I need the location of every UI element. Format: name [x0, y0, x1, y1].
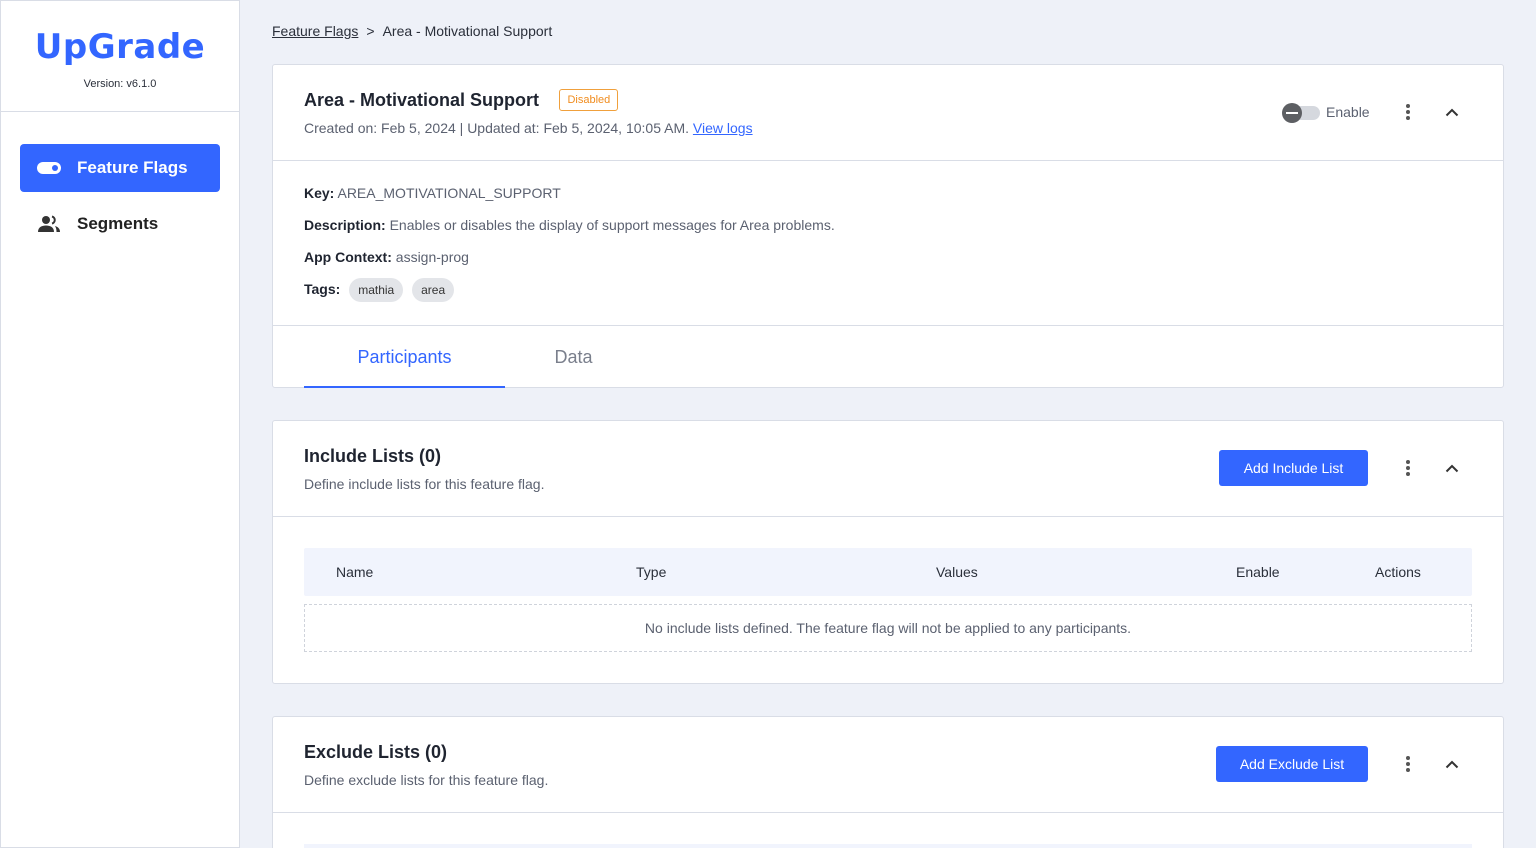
- sidebar-item-segments[interactable]: Segments: [20, 200, 220, 248]
- column-header-enable: Enable: [1236, 564, 1280, 580]
- column-header-actions: Actions: [1375, 564, 1421, 580]
- breadcrumb-parent-link[interactable]: Feature Flags: [272, 23, 358, 39]
- app-logo[interactable]: UpGrade: [1, 27, 239, 67]
- tag-chip: area: [412, 278, 455, 302]
- timestamps-text: Created on: Feb 5, 2024 | Updated at: Fe…: [304, 120, 690, 136]
- exclude-lists-card: Exclude Lists (0) Define exclude lists f…: [272, 716, 1504, 848]
- include-empty-state: No include lists defined. The feature fl…: [304, 604, 1472, 652]
- column-header-type: Type: [636, 564, 667, 580]
- collapse-button[interactable]: [1440, 100, 1464, 124]
- breadcrumb-separator: >: [366, 23, 375, 39]
- exclude-lists-header: Exclude Lists (0) Define exclude lists f…: [273, 717, 1503, 812]
- app-context-row: App Context: assign-prog: [304, 241, 1472, 273]
- flag-properties: Key: AREA_MOTIVATIONAL_SUPPORT Descripti…: [273, 161, 1503, 325]
- sidebar-item-label: Segments: [77, 214, 159, 233]
- include-lists-card: Include Lists (0) Define include lists f…: [272, 420, 1504, 684]
- description-label: Description:: [304, 217, 386, 233]
- column-header-name: Name: [336, 564, 374, 580]
- sidebar-item-label: Feature Flags: [77, 158, 188, 177]
- add-exclude-list-button[interactable]: Add Exclude List: [1216, 746, 1368, 782]
- column-header-values: Values: [936, 564, 978, 580]
- exclude-more-options-button[interactable]: [1396, 752, 1420, 776]
- view-logs-link[interactable]: View logs: [693, 120, 753, 136]
- exclude-lists-title: Exclude Lists (0): [304, 742, 448, 762]
- app-context-label: App Context:: [304, 249, 392, 265]
- chevron-up-icon: [1445, 464, 1459, 472]
- exclude-lists-subtitle: Define exclude lists for this feature fl…: [304, 772, 549, 788]
- description-row: Description: Enables or disables the dis…: [304, 209, 1472, 241]
- flag-timestamps: Created on: Feb 5, 2024 | Updated at: Fe…: [304, 120, 753, 136]
- tag-chip: mathia: [349, 278, 404, 302]
- brand: UpGrade Version: v6.1.0: [1, 1, 239, 112]
- chevron-up-icon: [1445, 760, 1459, 768]
- add-include-list-button[interactable]: Add Include List: [1219, 450, 1368, 486]
- app-context-value: assign-prog: [395, 249, 469, 265]
- more-vertical-icon: [1406, 104, 1410, 120]
- include-collapse-button[interactable]: [1440, 456, 1464, 480]
- page-title: Area - Motivational Support: [304, 90, 540, 110]
- enable-label: Enable: [1326, 104, 1370, 120]
- key-label: Key:: [304, 185, 335, 201]
- include-table-header: Name Type Values Enable Actions: [304, 548, 1472, 596]
- description-value: Enables or disables the display of suppo…: [389, 217, 835, 233]
- tags-label: Tags:: [304, 281, 341, 297]
- exclude-table-header: [304, 844, 1472, 848]
- toggle-icon: [37, 162, 61, 174]
- more-vertical-icon: [1406, 756, 1410, 772]
- flag-header: Area - Motivational Support Disabled Cre…: [273, 65, 1503, 160]
- key-row: Key: AREA_MOTIVATIONAL_SUPPORT: [304, 177, 1472, 209]
- divider: [273, 812, 1503, 813]
- status-badge: Disabled: [559, 89, 619, 111]
- divider: [273, 516, 1503, 517]
- flag-details-card: Area - Motivational Support Disabled Cre…: [272, 64, 1504, 388]
- include-lists-title: Include Lists (0): [304, 446, 442, 466]
- breadcrumb: Feature Flags > Area - Motivational Supp…: [272, 23, 552, 39]
- exclude-collapse-button[interactable]: [1440, 752, 1464, 776]
- enable-toggle[interactable]: [1282, 103, 1320, 123]
- tab-participants[interactable]: Participants: [304, 326, 505, 388]
- tab-data[interactable]: Data: [505, 326, 642, 388]
- include-lists-header: Include Lists (0) Define include lists f…: [273, 421, 1503, 516]
- app-version: Version: v6.1.0: [83, 78, 157, 90]
- breadcrumb-current: Area - Motivational Support: [382, 23, 553, 39]
- sidebar-item-feature-flags[interactable]: Feature Flags: [20, 144, 220, 192]
- more-vertical-icon: [1406, 460, 1410, 476]
- sidebar-nav: Feature Flags Segments: [1, 112, 239, 248]
- more-options-button[interactable]: [1396, 100, 1420, 124]
- include-more-options-button[interactable]: [1396, 456, 1420, 480]
- key-value: AREA_MOTIVATIONAL_SUPPORT: [337, 185, 561, 201]
- chevron-up-icon: [1445, 108, 1459, 116]
- tags-row: Tags: mathia area: [304, 273, 1472, 305]
- sidebar: UpGrade Version: v6.1.0 Feature Flags Se…: [0, 0, 240, 848]
- toggle-knob: [1282, 103, 1302, 123]
- tab-bar: Participants Data: [273, 326, 1503, 388]
- people-icon: [38, 215, 60, 232]
- include-lists-subtitle: Define include lists for this feature fl…: [304, 476, 545, 492]
